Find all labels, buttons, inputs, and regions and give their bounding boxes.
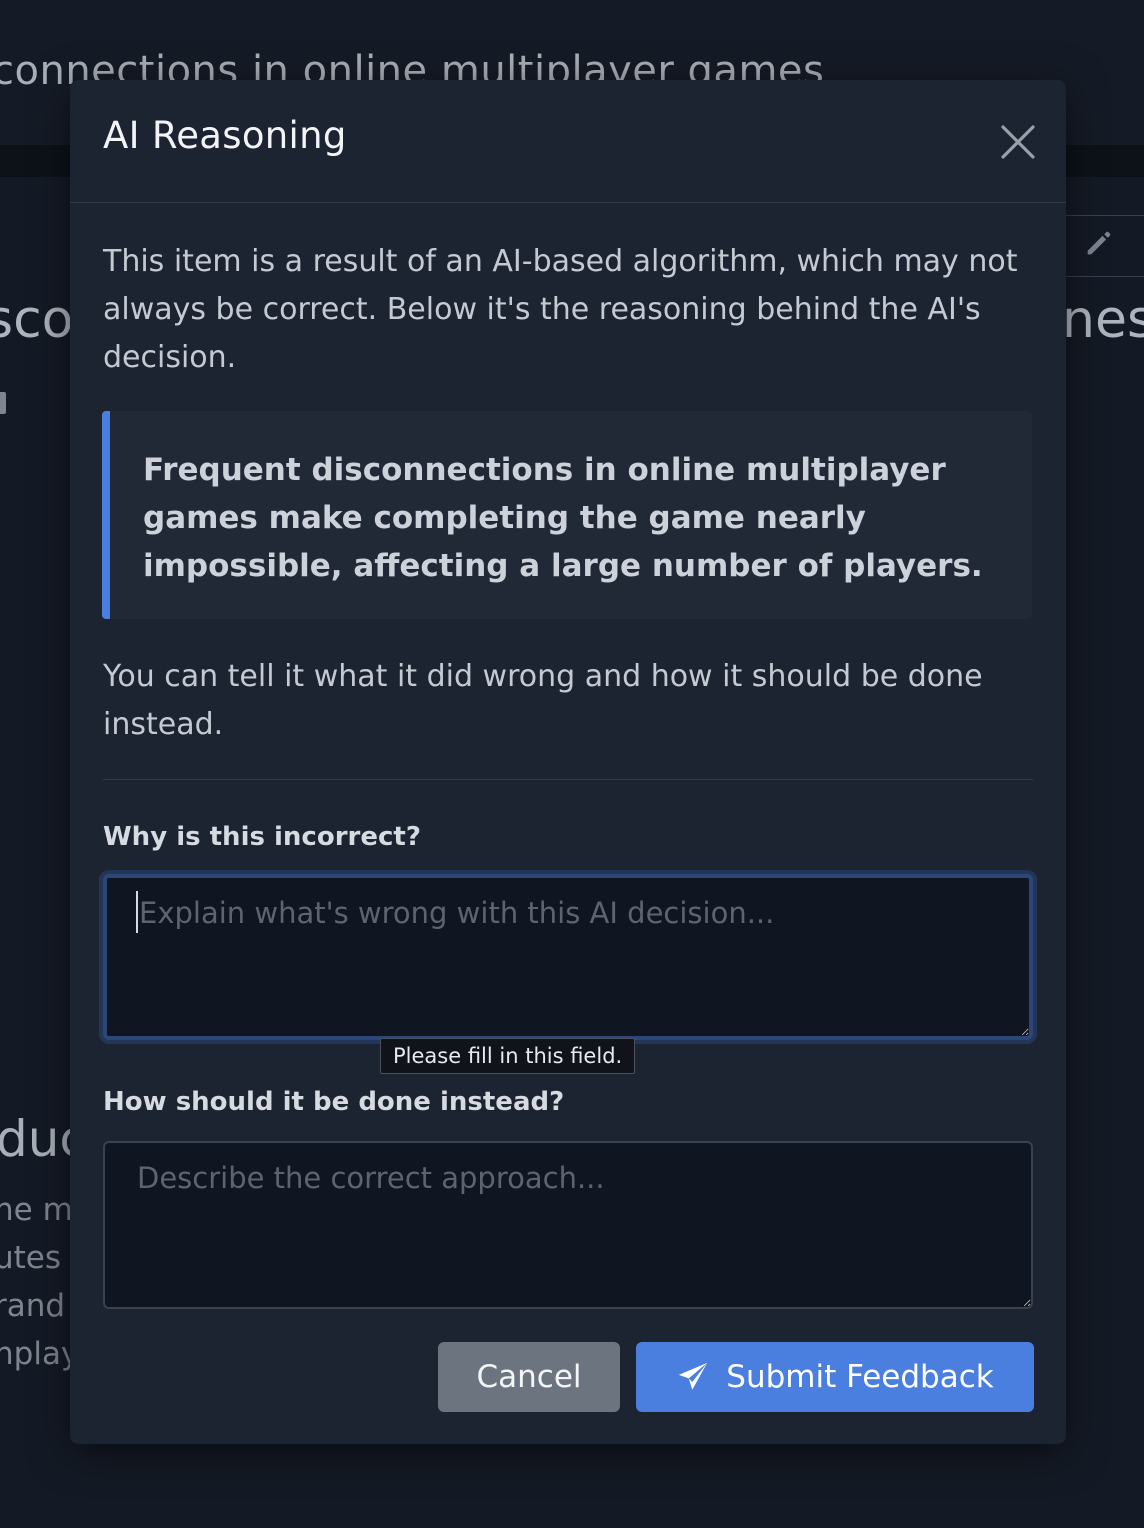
- why-incorrect-textarea[interactable]: [103, 874, 1033, 1040]
- section-divider: [103, 779, 1033, 780]
- cancel-button[interactable]: Cancel: [438, 1342, 620, 1412]
- text-cursor: [136, 891, 138, 933]
- feedback-prompt-text: You can tell it what it did wrong and ho…: [103, 659, 983, 742]
- background-small-icon: [0, 392, 6, 414]
- ai-reasoning-modal: AI Reasoning This item is a result of an…: [70, 80, 1066, 1444]
- background-title-right: nes: [1062, 290, 1144, 350]
- pencil-icon[interactable]: [1082, 226, 1116, 260]
- background-title-left: sco: [0, 290, 74, 350]
- submit-button-label: Submit Feedback: [726, 1359, 994, 1395]
- why-incorrect-label: Why is this incorrect?: [103, 822, 421, 852]
- modal-title: AI Reasoning: [103, 114, 347, 157]
- how-instead-label: How should it be done instead?: [103, 1087, 565, 1117]
- reasoning-text: Frequent disconnections in online multip…: [143, 452, 983, 584]
- background-paragraph-line: utes: [0, 1240, 62, 1276]
- paper-plane-icon: [679, 1362, 708, 1390]
- modal-header: AI Reasoning: [70, 80, 1066, 203]
- how-instead-textarea[interactable]: [103, 1141, 1033, 1309]
- background-paragraph-line: rand: [0, 1288, 66, 1324]
- cancel-button-label: Cancel: [476, 1359, 582, 1395]
- validation-tooltip: Please fill in this field.: [380, 1038, 636, 1074]
- submit-feedback-button[interactable]: Submit Feedback: [636, 1342, 1034, 1412]
- reasoning-blockquote: Frequent disconnections in online multip…: [102, 411, 1032, 619]
- close-icon[interactable]: [994, 118, 1042, 166]
- modal-intro-text: This item is a result of an AI-based alg…: [103, 244, 1018, 375]
